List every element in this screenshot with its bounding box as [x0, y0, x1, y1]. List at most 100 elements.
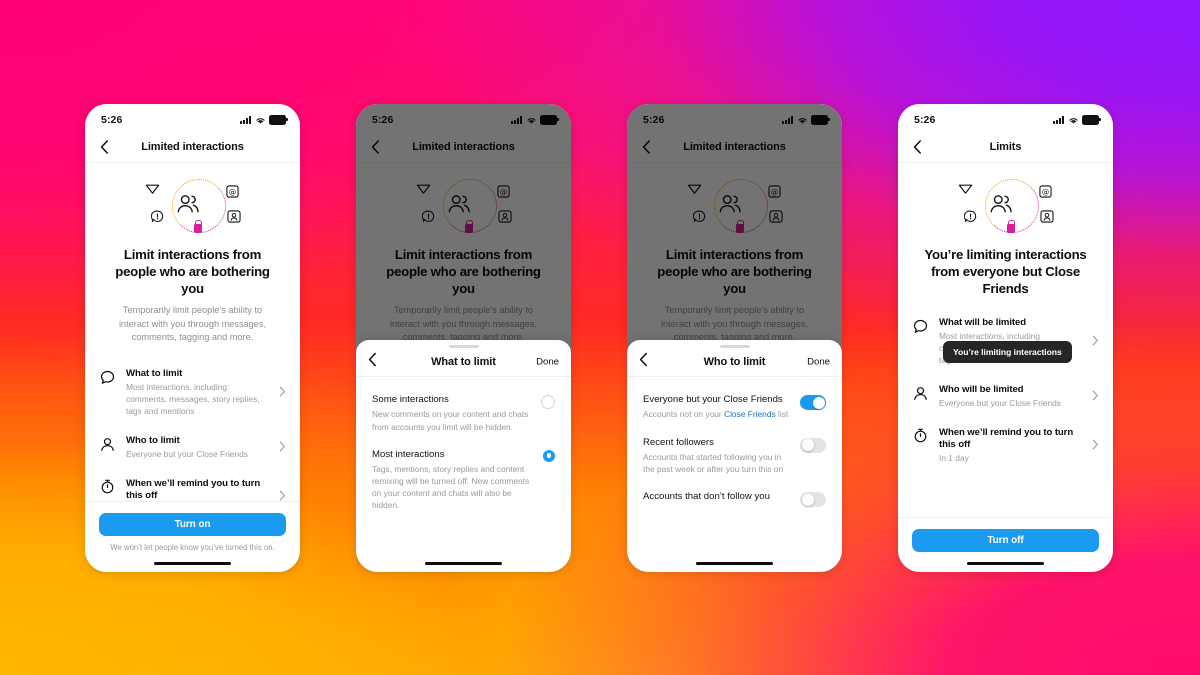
hero-subtitle: Temporarily limit people’s ability to in…	[118, 305, 267, 342]
list-item-who-to-limit[interactable]: Who to limit Everyone but your Close Fri…	[85, 427, 300, 470]
nav-bar: Limited interactions	[627, 132, 842, 163]
svg-text:@: @	[770, 187, 777, 196]
wifi-icon	[526, 117, 536, 124]
cellular-signal-icon	[782, 116, 793, 124]
option-most-interactions[interactable]: Most interactions Tags, mentions, story …	[356, 442, 571, 521]
status-icons	[240, 115, 288, 125]
chevron-right-icon	[1092, 333, 1099, 351]
cellular-signal-icon	[240, 116, 251, 124]
status-time: 5:26	[372, 114, 394, 126]
nav-bar: Limited interactions	[356, 132, 571, 163]
option-title: Recent followers	[643, 436, 714, 448]
sheet-back-button[interactable]	[639, 352, 648, 372]
turn-off-button[interactable]: Turn off	[912, 529, 1099, 552]
toggle-everyone-but-close-friends[interactable]	[800, 395, 826, 410]
option-everyone-but-close-friends[interactable]: Everyone but your Close Friends Accounts…	[627, 387, 842, 430]
wifi-icon	[255, 117, 265, 124]
limits-illustration: @	[958, 177, 1054, 239]
nav-bar: Limits	[898, 132, 1113, 163]
phone-what-to-limit: 5:26 Limited interactions @ Limit intera…	[356, 104, 571, 572]
limits-illustration: @	[145, 177, 241, 239]
option-text: Accounts that don’t follow you	[643, 491, 790, 503]
turn-on-button[interactable]: Turn on	[99, 513, 286, 536]
comment-icon	[912, 318, 928, 334]
hero-title: Limit interactions from people who are b…	[657, 247, 812, 296]
home-indicator[interactable]	[153, 562, 232, 565]
lock-icon	[464, 220, 473, 233]
person-icon	[912, 385, 928, 401]
limits-illustration: @	[687, 177, 783, 239]
contact-card-icon	[768, 210, 783, 228]
sheet-title: What to limit	[431, 356, 496, 368]
hero-section: @	[85, 163, 300, 344]
at-mention-icon: @	[1038, 185, 1052, 203]
option-subtitle-lead: Accounts not on your	[643, 409, 725, 420]
hero-section: @	[356, 163, 571, 344]
lock-icon	[193, 220, 202, 233]
list-item-reminder[interactable]: When we’ll remind you to turn this off I…	[85, 470, 300, 501]
close-friends-link[interactable]: Close Friends	[724, 409, 776, 419]
hero-subtitle: Temporarily limit people’s ability to in…	[660, 305, 809, 342]
status-bar: 5:26	[356, 104, 571, 132]
paper-plane-icon	[145, 181, 160, 201]
timer-icon	[99, 479, 115, 495]
back-button[interactable]	[97, 140, 111, 154]
list-item-title: What to limit	[126, 368, 183, 380]
limits-illustration: @	[416, 177, 512, 239]
list-item-reminder[interactable]: When we’ll remind you to turn this off I…	[898, 419, 1113, 474]
alert-bubble-icon	[150, 210, 164, 228]
option-text: Most interactions Tags, mentions, story …	[372, 449, 533, 512]
option-subtitle: Tags, mentions, story replies and conten…	[372, 464, 530, 511]
sheet-body: Some interactions New comments on your c…	[356, 377, 571, 552]
toggle-accounts-that-dont-follow-you[interactable]	[800, 492, 826, 508]
home-indicator[interactable]	[695, 562, 774, 565]
list-item-what-to-limit[interactable]: What to limit Most interactions, includi…	[85, 360, 300, 427]
option-some-interactions[interactable]: Some interactions New comments on your c…	[356, 387, 571, 442]
toggle-recent-followers[interactable]	[800, 437, 826, 453]
paper-plane-icon	[958, 181, 973, 201]
settings-list: What will be limited Most interactions, …	[898, 297, 1113, 517]
svg-text:@: @	[499, 187, 506, 196]
list-item-text: When we’ll remind you to turn this off I…	[126, 478, 268, 501]
home-indicator[interactable]	[966, 562, 1045, 565]
option-recent-followers[interactable]: Recent followers Accounts that started f…	[627, 430, 842, 485]
back-button[interactable]	[639, 140, 653, 154]
status-icons	[782, 115, 830, 125]
radio-button-some-interactions[interactable]	[541, 395, 555, 409]
status-time: 5:26	[914, 114, 936, 126]
phone-setup-screen: 5:26 Limited interactions @ Limit intera…	[85, 104, 300, 572]
status-bar: 5:26	[898, 104, 1113, 132]
option-text: Recent followers Accounts that started f…	[643, 437, 790, 476]
hero-title: Limit interactions from people who are b…	[115, 247, 270, 296]
sheet-done-button[interactable]: Done	[536, 357, 559, 368]
option-accounts-that-dont-follow-you[interactable]: Accounts that don’t follow you	[627, 484, 842, 516]
radio-button-most-interactions[interactable]	[543, 449, 555, 462]
hero-subtitle: Temporarily limit people’s ability to in…	[389, 305, 538, 342]
at-mention-icon: @	[767, 185, 781, 203]
phone-limits-active-screen: 5:26 Limits @ You’re limiting interactio…	[898, 104, 1113, 572]
page-title: Limited interactions	[683, 141, 786, 153]
screenshot-stage: 5:26 Limited interactions @ Limit intera…	[0, 0, 1200, 675]
sheet-done-button[interactable]: Done	[807, 357, 830, 368]
contact-card-icon	[1039, 210, 1054, 228]
cellular-signal-icon	[511, 116, 522, 124]
back-button[interactable]	[368, 140, 382, 154]
hero-title: You’re limiting interactions from everyo…	[924, 247, 1087, 296]
back-button[interactable]	[910, 140, 924, 154]
status-bar: 5:26	[627, 104, 842, 132]
list-item-text: When we’ll remind you to turn this off I…	[939, 427, 1081, 465]
option-title: Most interactions	[372, 448, 445, 460]
home-indicator[interactable]	[424, 562, 503, 565]
list-item-title: When we’ll remind you to turn this off	[126, 477, 261, 501]
cta-note: We won’t let people know you’ve turned t…	[110, 543, 275, 552]
battery-icon	[540, 115, 559, 125]
list-item-subtitle: Everyone but your Close Friends	[939, 398, 1061, 409]
wifi-icon	[797, 117, 807, 124]
list-item-who-will-be-limited[interactable]: Who will be limited Everyone but your Cl…	[898, 376, 1113, 419]
at-mention-icon: @	[496, 185, 510, 203]
contact-card-icon	[497, 210, 512, 228]
wifi-icon	[1068, 117, 1078, 124]
status-time: 5:26	[101, 114, 123, 126]
option-subtitle: Accounts that started following you in t…	[643, 452, 784, 475]
sheet-back-button[interactable]	[368, 352, 377, 372]
